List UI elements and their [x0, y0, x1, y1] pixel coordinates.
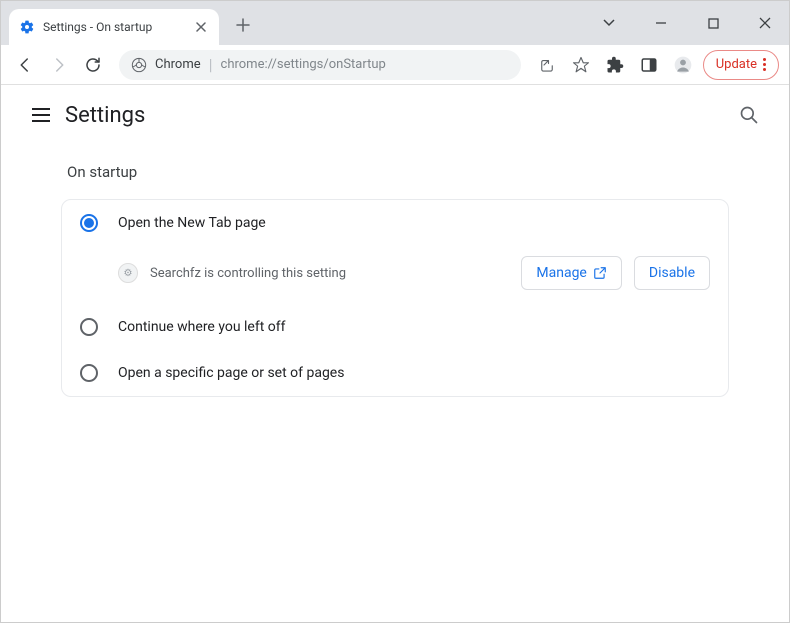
update-label: Update	[716, 57, 757, 72]
option-label: Open a specific page or set of pages	[118, 365, 344, 381]
close-window-button[interactable]	[745, 7, 785, 39]
window-controls	[589, 1, 789, 45]
extension-control-row: ⚙ Searchfz is controlling this setting M…	[62, 246, 728, 304]
close-tab-icon[interactable]	[193, 19, 209, 35]
omnibox-url: chrome://settings/onStartup	[221, 57, 386, 72]
radio-unchecked-icon	[80, 318, 98, 336]
new-tab-button[interactable]	[229, 11, 257, 39]
disable-label: Disable	[649, 265, 695, 281]
manage-button[interactable]: Manage	[521, 256, 621, 290]
share-icon[interactable]	[533, 51, 561, 79]
minimize-button[interactable]	[641, 7, 681, 39]
omnibox-scheme: Chrome	[155, 57, 201, 72]
app-header: Settings	[1, 85, 789, 145]
option-label: Continue where you left off	[118, 319, 286, 335]
profile-icon[interactable]	[669, 51, 697, 79]
option-label: Open the New Tab page	[118, 215, 266, 231]
search-button[interactable]	[729, 95, 769, 135]
titlebar: Settings - On startup	[1, 1, 789, 45]
radio-unchecked-icon	[80, 364, 98, 382]
omnibox-separator: |	[209, 55, 213, 74]
address-bar[interactable]: Chrome | chrome://settings/onStartup	[119, 50, 521, 80]
controlled-text: Searchfz is controlling this setting	[150, 266, 509, 281]
chevron-down-icon[interactable]	[589, 7, 629, 39]
startup-card: Open the New Tab page ⚙ Searchfz is cont…	[61, 199, 729, 397]
browser-tab[interactable]: Settings - On startup	[9, 9, 219, 45]
forward-button[interactable]	[45, 51, 73, 79]
page-title: Settings	[65, 103, 145, 128]
option-new-tab[interactable]: Open the New Tab page	[62, 200, 728, 246]
extensions-icon[interactable]	[601, 51, 629, 79]
gear-icon	[19, 19, 35, 35]
browser-toolbar: Chrome | chrome://settings/onStartup Upd…	[1, 45, 789, 85]
maximize-button[interactable]	[693, 7, 733, 39]
external-link-icon	[593, 266, 607, 280]
sidepanel-icon[interactable]	[635, 51, 663, 79]
bookmark-icon[interactable]	[567, 51, 595, 79]
hamburger-icon	[32, 108, 50, 122]
back-button[interactable]	[11, 51, 39, 79]
disable-button[interactable]: Disable	[634, 256, 710, 290]
extension-icon: ⚙	[118, 263, 138, 283]
option-continue[interactable]: Continue where you left off	[62, 304, 728, 350]
update-button[interactable]: Update	[703, 50, 779, 80]
chrome-icon	[131, 57, 147, 73]
reload-button[interactable]	[79, 51, 107, 79]
option-specific-pages[interactable]: Open a specific page or set of pages	[62, 350, 728, 396]
menu-button[interactable]	[21, 95, 61, 135]
settings-content: On startup Open the New Tab page ⚙ Searc…	[1, 145, 789, 397]
section-title: On startup	[61, 145, 729, 199]
more-icon	[763, 58, 766, 71]
manage-label: Manage	[536, 265, 586, 281]
radio-checked-icon	[80, 214, 98, 232]
tab-title: Settings - On startup	[43, 20, 185, 34]
